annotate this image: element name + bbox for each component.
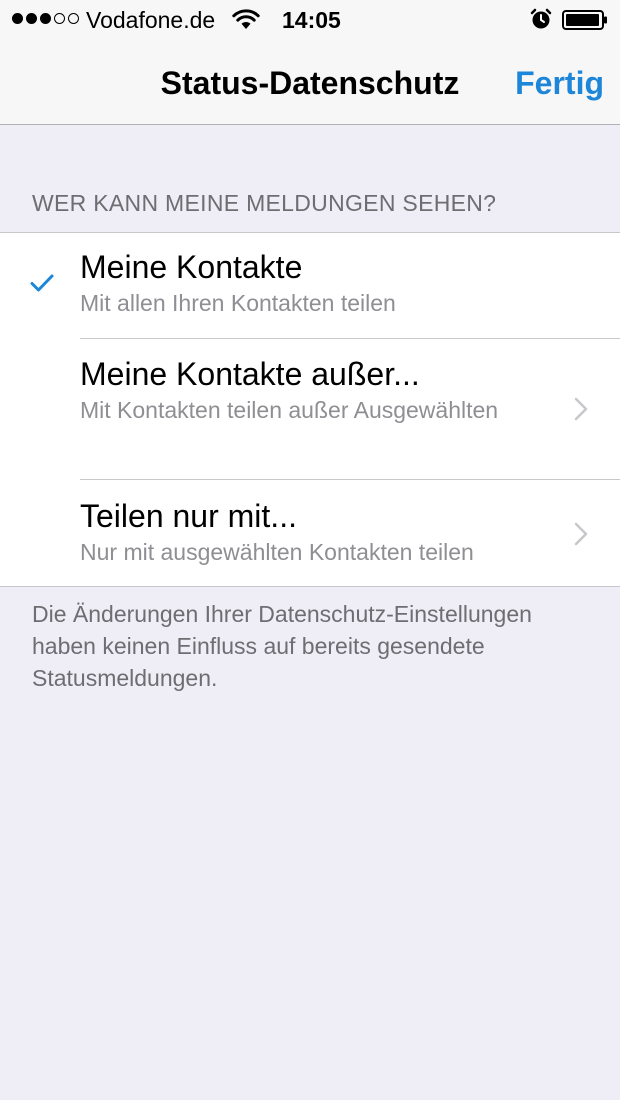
section-header: WER KANN MEINE MELDUNGEN SEHEN? bbox=[32, 190, 497, 216]
alarm-icon bbox=[530, 8, 552, 29]
checkmark-icon bbox=[30, 274, 54, 292]
option-title: Meine Kontakte außer... bbox=[80, 356, 420, 392]
wifi-icon bbox=[232, 9, 260, 29]
carrier-name: Vodafone.de bbox=[86, 7, 216, 33]
done-button[interactable]: Fertig bbox=[515, 64, 604, 102]
chevron-right-icon bbox=[574, 397, 588, 421]
option-share-only-with[interactable]: Teilen nur mit... Nur mit ausgewählten K… bbox=[0, 479, 620, 586]
option-title: Teilen nur mit... bbox=[80, 498, 297, 534]
privacy-options-list: Meine Kontakte Mit allen Ihren Kontakten… bbox=[0, 232, 620, 587]
battery-icon bbox=[562, 10, 607, 30]
status-bar: Vodafone.de 14:05 bbox=[0, 0, 620, 40]
option-my-contacts[interactable]: Meine Kontakte Mit allen Ihren Kontakten… bbox=[0, 233, 620, 338]
chevron-right-icon bbox=[574, 522, 588, 546]
section-footer-note: Die Änderungen Ihrer Datenschutz-Einstel… bbox=[32, 601, 532, 691]
option-subtitle: Mit allen Ihren Kontakten teilen bbox=[80, 290, 396, 316]
option-subtitle: Mit Kontakten teilen außer Ausgewählten bbox=[80, 397, 499, 423]
status-time: 14:05 bbox=[282, 7, 341, 33]
option-title: Meine Kontakte bbox=[80, 249, 303, 285]
option-my-contacts-except[interactable]: Meine Kontakte außer... Mit Kontakten te… bbox=[0, 338, 620, 479]
navigation-bar: Status-Datenschutz Fertig bbox=[0, 40, 620, 125]
option-subtitle: Nur mit ausgewählten Kontakten teilen bbox=[80, 539, 474, 565]
signal-strength-icon bbox=[12, 13, 79, 24]
